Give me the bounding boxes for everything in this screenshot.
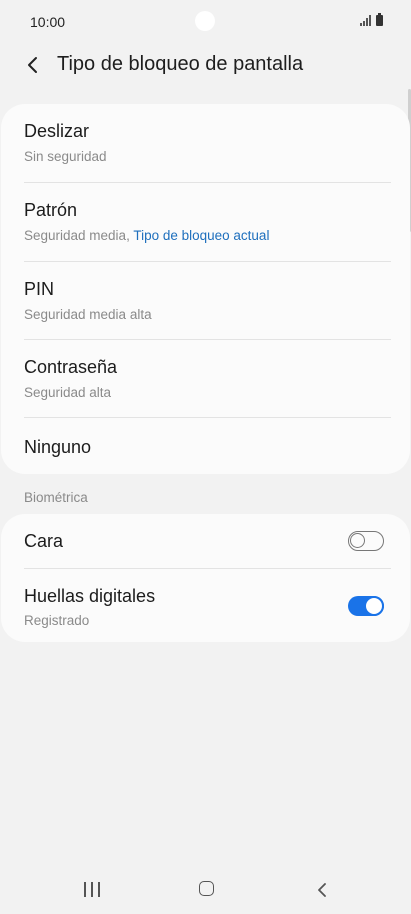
status-icons xyxy=(360,13,383,26)
toggle-knob xyxy=(364,596,384,616)
home-icon[interactable] xyxy=(199,881,214,896)
lock-option-title: Deslizar xyxy=(24,121,90,141)
current-lock-label: Tipo de bloqueo actual xyxy=(133,228,270,243)
biometric-title: Cara xyxy=(24,531,64,551)
lock-option-pin[interactable]: PIN Seguridad media alta xyxy=(1,262,410,340)
navigation-bar xyxy=(0,866,411,914)
lock-option-title: Ninguno xyxy=(24,437,92,457)
signal-icon xyxy=(360,15,371,26)
lock-option-contrasena[interactable]: Contraseña Seguridad alta xyxy=(1,340,410,418)
toggle-knob xyxy=(350,533,365,548)
page-title: Tipo de bloqueo de pantalla xyxy=(57,53,304,75)
lock-option-subtitle: Sin seguridad xyxy=(24,149,107,164)
status-time: 10:00 xyxy=(30,14,66,30)
camera-cutout xyxy=(195,11,215,31)
section-label-biometrics: Biométrica xyxy=(24,490,88,505)
header: Tipo de bloqueo de pantalla xyxy=(0,44,411,88)
lock-option-subtitle: Seguridad alta xyxy=(24,385,112,400)
fingerprint-toggle[interactable] xyxy=(348,596,384,616)
lock-option-ninguno[interactable]: Ninguno xyxy=(1,418,410,474)
recent-apps-icon[interactable] xyxy=(84,882,100,898)
lock-option-subtitle: Seguridad media, Tipo de bloqueo actual xyxy=(24,228,270,243)
back-button[interactable] xyxy=(18,50,48,80)
face-toggle[interactable] xyxy=(348,531,384,551)
lock-type-list: Deslizar Sin seguridad Patrón Seguridad … xyxy=(1,104,410,474)
lock-option-deslizar[interactable]: Deslizar Sin seguridad xyxy=(1,104,410,182)
biometric-title: Huellas digitales xyxy=(24,586,156,606)
biometrics-list: Cara Huellas digitales Registrado xyxy=(1,514,410,642)
lock-option-patron[interactable]: Patrón Seguridad media, Tipo de bloqueo … xyxy=(1,183,410,261)
chevron-left-icon xyxy=(28,57,37,73)
lock-option-subtitle: Seguridad media alta xyxy=(24,307,152,322)
lock-option-title: Contraseña xyxy=(24,357,118,377)
battery-icon xyxy=(376,13,383,26)
biometric-item-cara[interactable]: Cara xyxy=(1,514,410,568)
lock-option-title: PIN xyxy=(24,279,55,299)
lock-option-title: Patrón xyxy=(24,200,78,220)
biometric-item-huellas[interactable]: Huellas digitales Registrado xyxy=(1,569,410,642)
status-bar: 10:00 xyxy=(0,0,411,44)
back-icon[interactable] xyxy=(313,880,333,900)
biometric-subtitle: Registrado xyxy=(24,613,90,628)
